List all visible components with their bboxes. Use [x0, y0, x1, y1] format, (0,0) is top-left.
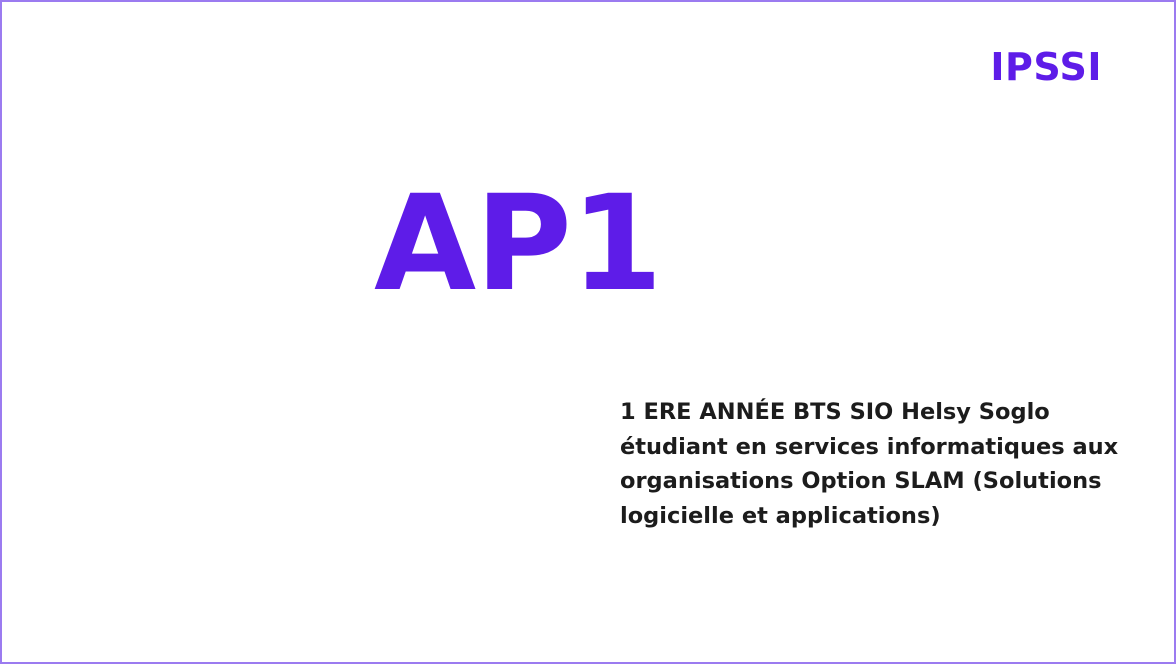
brand-logo-text: IPSSI [990, 45, 1102, 89]
slide-title: AP1 [374, 167, 663, 321]
slide-description: 1 ERE ANNÉE BTS SIO Helsy Soglo étudiant… [620, 399, 1119, 529]
slide-frame: IPSSI AP1 1 ERE ANNÉE BTS SIO Helsy Sogl… [0, 0, 1176, 664]
